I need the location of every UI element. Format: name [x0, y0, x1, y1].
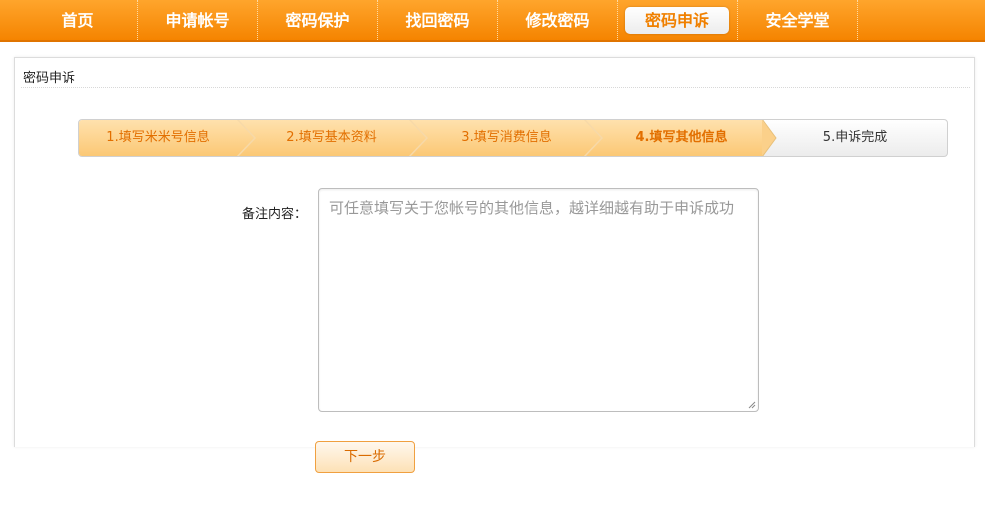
- resize-grip-icon[interactable]: [748, 401, 756, 409]
- remark-label: 备注内容：: [242, 207, 308, 222]
- nav-item-change-password[interactable]: 修改密码: [498, 0, 618, 40]
- nav-item-label: 首页: [61, 11, 94, 30]
- nav-item-label: 密码保护: [285, 11, 350, 30]
- nav-item-label: 安全学堂: [765, 11, 830, 30]
- title-divider: [21, 87, 970, 88]
- remark-placeholder: 可任意填写关于您帐号的其他信息，越详细越有助于申诉成功: [329, 199, 735, 217]
- nav-item-label: 找回密码: [405, 11, 470, 30]
- step-5: 5.申诉完成: [822, 130, 888, 145]
- nav-item-label: 密码申诉: [625, 7, 729, 34]
- progress-steps: 1.填写米米号信息 2.填写基本资料 3.填写消费信息 4.填写其他信息 5.申…: [78, 119, 948, 157]
- next-step-button[interactable]: 下一步: [315, 441, 415, 473]
- panel-title: 密码申诉: [23, 71, 76, 86]
- nav-item-appeal[interactable]: 密码申诉: [618, 0, 738, 40]
- top-nav-bar: 首页 申请帐号 密码保护 找回密码 修改密码 密码申诉 安全学堂: [0, 0, 985, 42]
- step-4-current: 4.填写其他信息: [635, 130, 728, 145]
- nav-item-register[interactable]: 申请帐号: [138, 0, 258, 40]
- step-3: 3.填写消费信息: [461, 130, 552, 145]
- step-1: 1.填写米米号信息: [106, 130, 210, 145]
- step-2: 2.填写基本资料: [286, 130, 377, 145]
- nav-item-recover-password[interactable]: 找回密码: [378, 0, 498, 40]
- step-current-arrow: [762, 120, 776, 156]
- nav-item-password-protect[interactable]: 密码保护: [258, 0, 378, 40]
- nav-item-home[interactable]: 首页: [18, 0, 138, 40]
- nav-item-label: 修改密码: [525, 11, 590, 30]
- nav-item-security-school[interactable]: 安全学堂: [738, 0, 858, 40]
- nav-item-label: 申请帐号: [165, 11, 230, 30]
- remark-textarea[interactable]: 可任意填写关于您帐号的其他信息，越详细越有助于申诉成功: [318, 188, 759, 412]
